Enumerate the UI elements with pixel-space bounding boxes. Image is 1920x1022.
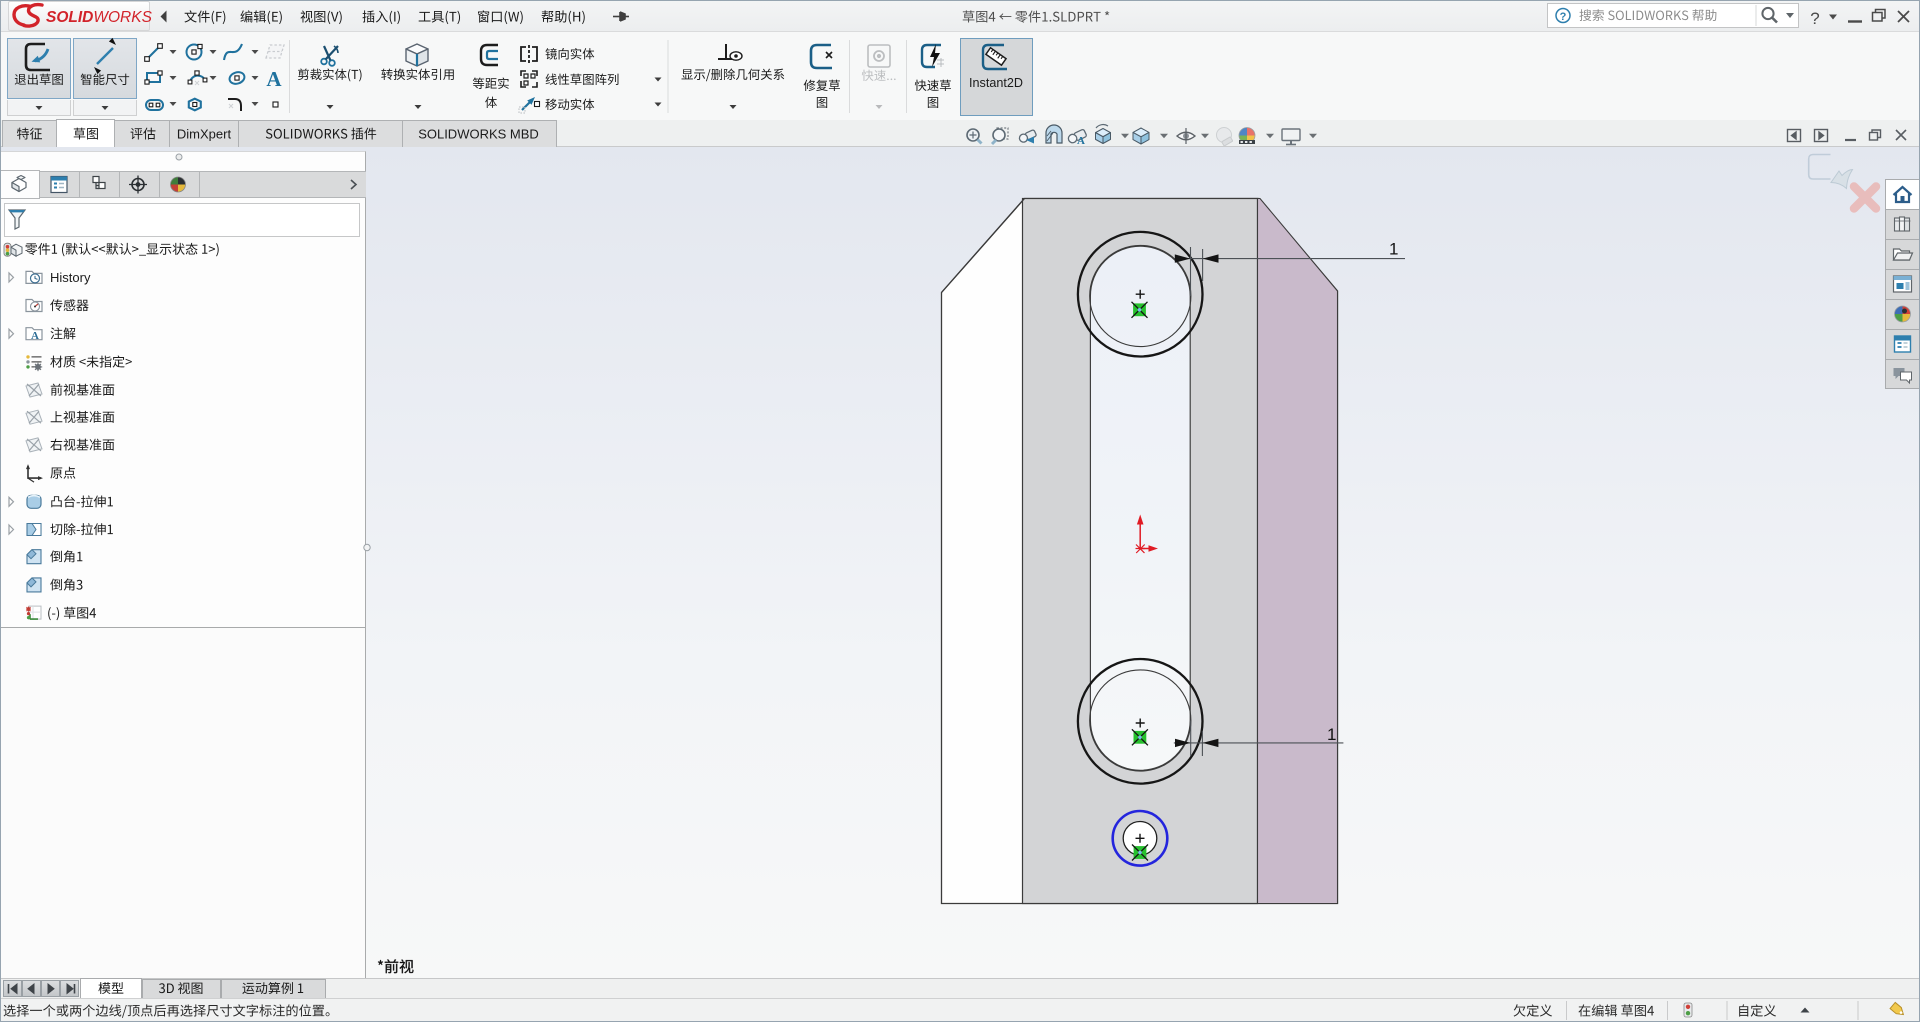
svg-text:A: A — [266, 67, 282, 91]
svg-text:A: A — [31, 330, 39, 342]
svg-text:SOLIDWORKS: SOLIDWORKS — [46, 9, 153, 26]
svg-text:1: 1 — [1389, 240, 1398, 259]
svg-text:SOLIDWORKS MBD: SOLIDWORKS MBD — [418, 127, 539, 142]
svg-text:1: 1 — [1327, 725, 1336, 744]
svg-text:DimXpert: DimXpert — [177, 127, 232, 142]
svg-text:Instant2D: Instant2D — [969, 76, 1023, 90]
svg-text:?: ? — [1560, 11, 1567, 23]
svg-text:History: History — [50, 270, 91, 285]
svg-text:A: A — [1077, 135, 1085, 147]
svg-text:?: ? — [1810, 9, 1819, 28]
